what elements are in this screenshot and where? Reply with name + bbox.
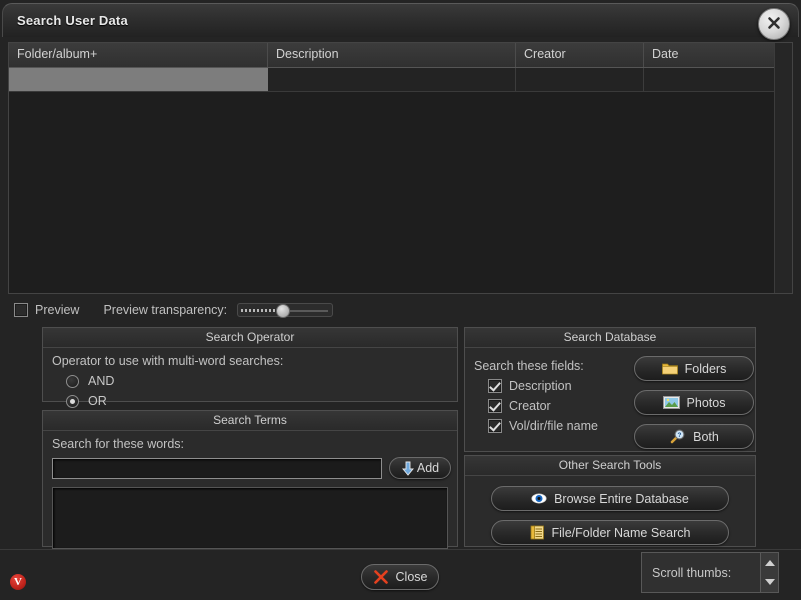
search-user-data-window: Search User Data Folder/album+ Descripti…	[0, 0, 801, 600]
browse-entire-database-button[interactable]: Browse Entire Database	[491, 486, 729, 511]
column-header-creator[interactable]: Creator	[516, 43, 644, 67]
radio-option-and[interactable]: AND	[66, 374, 457, 388]
magnifier-question-icon: ?	[669, 429, 686, 444]
cell-folder[interactable]	[9, 68, 268, 91]
search-database-title: Search Database	[465, 328, 755, 348]
photos-label: Photos	[686, 395, 726, 410]
description-checkbox[interactable]	[488, 379, 502, 393]
search-operator-title: Search Operator	[43, 328, 457, 348]
close-x-icon	[768, 17, 780, 29]
table-header-row: Folder/album+ Description Creator Date	[9, 43, 792, 68]
preview-label: Preview	[35, 303, 80, 317]
and-label: AND	[88, 374, 115, 388]
browse-entire-database-label: Browse Entire Database	[554, 491, 689, 506]
vol-dir-file-checkbox[interactable]	[488, 419, 502, 433]
triangle-down-icon[interactable]	[764, 579, 775, 586]
folders-button[interactable]: Folders	[634, 356, 754, 381]
eye-icon	[531, 493, 547, 504]
preview-checkbox[interactable]	[14, 303, 28, 317]
both-label: Both	[693, 429, 719, 444]
folder-icon	[661, 362, 678, 375]
table-row[interactable]	[9, 68, 792, 92]
list-file-icon	[530, 525, 545, 540]
results-table[interactable]: Folder/album+ Description Creator Date	[8, 42, 793, 294]
or-radio[interactable]	[66, 394, 79, 408]
preview-controls: Preview Preview transparency:	[14, 300, 334, 320]
other-search-tools-title: Other Search Tools	[465, 456, 755, 476]
close-button[interactable]: Close	[361, 564, 439, 590]
red-x-icon	[373, 569, 389, 585]
table-scrollbar[interactable]	[774, 43, 792, 293]
add-term-button[interactable]: Add	[389, 457, 451, 479]
down-arrow-icon	[401, 461, 415, 476]
footer-separator	[0, 549, 801, 550]
column-header-folder[interactable]: Folder/album+	[9, 43, 268, 67]
search-terms-panel: Search Terms Search for these words: Add	[42, 410, 458, 549]
radio-option-or[interactable]: OR	[66, 394, 457, 408]
search-operator-prompt: Operator to use with multi-word searches…	[52, 354, 284, 368]
search-terms-prompt: Search for these words:	[52, 437, 185, 451]
other-search-tools-panel: Other Search Tools Browse Entire Databas…	[464, 455, 756, 547]
scroll-thumbs-spinner[interactable]	[760, 553, 778, 592]
creator-label: Creator	[509, 399, 551, 413]
search-words-input[interactable]	[52, 457, 382, 479]
scroll-thumbs-label: Scroll thumbs:	[652, 565, 732, 580]
field-volume-row[interactable]: Vol/dir/file name	[488, 419, 634, 433]
creator-checkbox[interactable]	[488, 399, 502, 413]
description-label: Description	[509, 379, 572, 393]
search-database-panel: Search Database Search these fields: Des…	[464, 327, 756, 452]
cell-description[interactable]	[268, 68, 516, 91]
cell-date[interactable]	[644, 68, 776, 91]
search-operator-panel: Search Operator Operator to use with mul…	[42, 327, 458, 408]
app-logo: V	[10, 574, 26, 590]
or-label: OR	[88, 394, 107, 408]
add-term-label: Add	[416, 461, 440, 475]
file-folder-name-search-label: File/Folder Name Search	[551, 525, 691, 540]
both-button[interactable]: ? Both	[634, 424, 754, 449]
scroll-thumbs-control[interactable]: Scroll thumbs:	[641, 552, 779, 593]
field-creator-row[interactable]: Creator	[488, 399, 634, 413]
title-bar: Search User Data	[2, 3, 799, 40]
preview-transparency-label: Preview transparency:	[103, 303, 228, 317]
close-button-label: Close	[395, 570, 428, 584]
preview-transparency-slider[interactable]	[237, 303, 334, 318]
search-terms-title: Search Terms	[43, 411, 457, 431]
window-close-button[interactable]	[758, 8, 790, 40]
folders-label: Folders	[684, 361, 727, 376]
cell-creator[interactable]	[516, 68, 644, 91]
vol-dir-file-label: Vol/dir/file name	[509, 419, 598, 433]
slider-thumb[interactable]	[276, 304, 291, 318]
slider-track-remainder	[285, 310, 329, 312]
column-header-date[interactable]: Date	[644, 43, 776, 67]
triangle-up-icon[interactable]	[764, 559, 775, 566]
window-title: Search User Data	[17, 13, 128, 28]
search-terms-list[interactable]	[52, 487, 448, 549]
photo-icon	[662, 396, 680, 409]
column-header-description[interactable]: Description	[268, 43, 516, 67]
svg-text:?: ?	[678, 432, 682, 439]
and-radio[interactable]	[66, 374, 79, 388]
field-description-row[interactable]: Description	[488, 379, 634, 393]
photos-button[interactable]: Photos	[634, 390, 754, 415]
file-folder-name-search-button[interactable]: File/Folder Name Search	[491, 520, 729, 545]
search-fields-label: Search these fields:	[474, 359, 584, 373]
